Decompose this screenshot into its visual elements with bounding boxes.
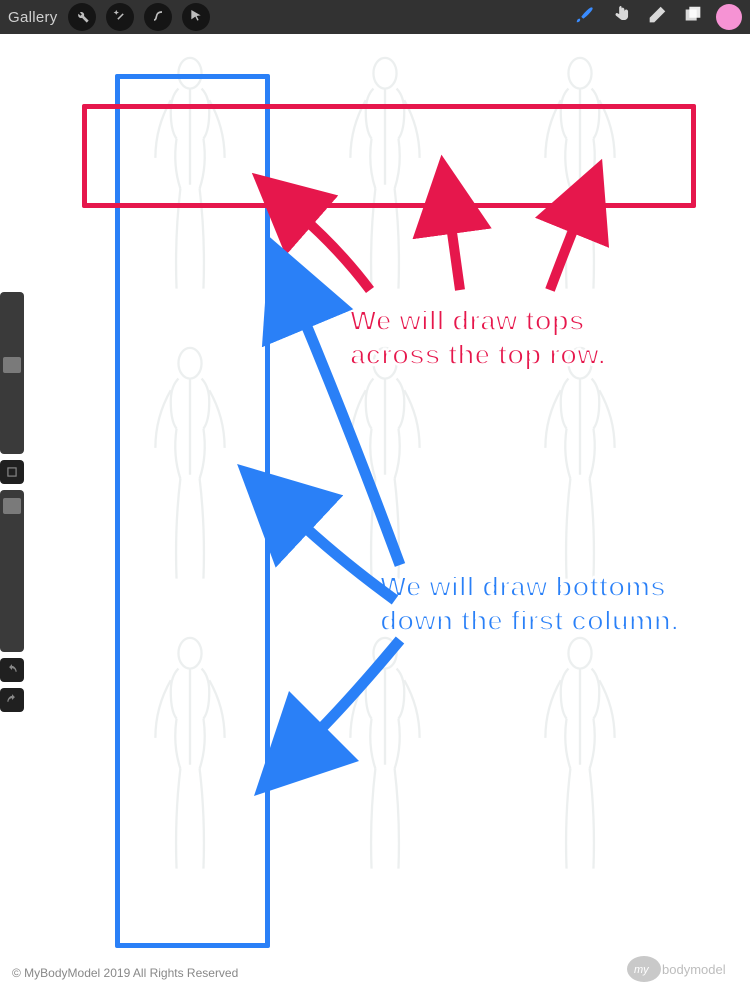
layers-button[interactable] <box>680 4 706 30</box>
svg-text:my: my <box>634 964 650 976</box>
croquis-figure <box>325 344 445 594</box>
footer-copyright: © MyBodyModel 2019 All Rights Reserved <box>12 966 238 980</box>
gallery-link[interactable]: Gallery <box>8 9 58 26</box>
wand-icon <box>112 8 128 27</box>
pointer-icon <box>188 8 204 27</box>
color-swatch[interactable] <box>716 4 742 30</box>
wrench-icon <box>74 8 90 27</box>
redo-button[interactable] <box>0 688 24 712</box>
svg-text:bodymodel: bodymodel <box>662 962 726 977</box>
slider-thumb[interactable] <box>3 357 21 373</box>
side-panel <box>0 292 24 792</box>
undo-icon <box>5 663 19 677</box>
square-icon <box>5 465 19 479</box>
s-curve-icon <box>150 8 166 27</box>
brush-icon <box>574 4 596 31</box>
redo-icon <box>5 693 19 707</box>
finger-icon <box>610 4 632 31</box>
undo-button[interactable] <box>0 658 24 682</box>
eraser-button[interactable] <box>644 4 670 30</box>
smudge-button[interactable] <box>608 4 634 30</box>
croquis-figure <box>325 634 445 884</box>
adjustments-button[interactable] <box>106 3 134 31</box>
modify-button[interactable] <box>0 460 24 484</box>
footer-logo: my bodymodel <box>626 955 736 988</box>
transform-button[interactable] <box>182 3 210 31</box>
layers-icon <box>682 4 704 31</box>
annotation-bottoms: We will draw bottoms down the first colu… <box>380 570 690 637</box>
opacity-slider[interactable] <box>0 490 24 652</box>
croquis-figure <box>520 344 640 594</box>
brush-size-slider[interactable] <box>0 292 24 454</box>
pink-row-highlight <box>82 104 696 208</box>
eraser-icon <box>646 4 668 31</box>
croquis-figure <box>520 634 640 884</box>
toolbar: Gallery <box>0 0 750 34</box>
slider-thumb[interactable] <box>3 498 21 514</box>
brush-button[interactable] <box>572 4 598 30</box>
selection-button[interactable] <box>144 3 172 31</box>
actions-button[interactable] <box>68 3 96 31</box>
annotation-tops: We will draw tops across the top row. <box>350 304 680 371</box>
canvas[interactable]: We will draw tops across the top row. We… <box>0 34 750 1000</box>
